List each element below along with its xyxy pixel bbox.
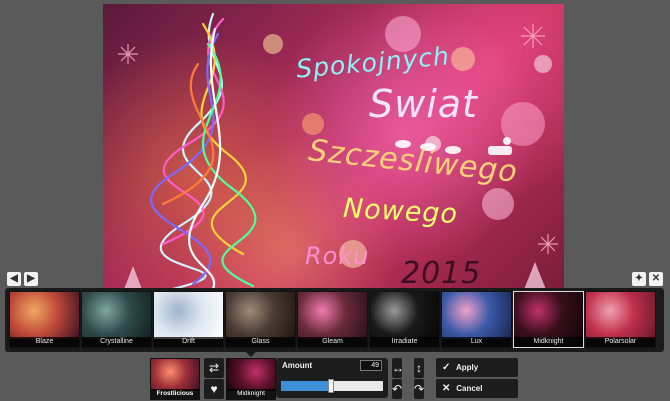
greeting-line-5: Roku bbox=[305, 242, 370, 270]
effect-controls: Frostlicious ⇄ ♥ Midknight Amount 49 ↔ ↕… bbox=[150, 356, 518, 401]
effect-strip: Blaze Crystalline Drift Glass Gleam Irradiate… bbox=[5, 288, 664, 352]
effect-image bbox=[10, 292, 79, 339]
effect-label: Irradiate bbox=[370, 337, 439, 347]
apply-label: Apply bbox=[455, 363, 479, 372]
effect-thumbnail[interactable]: Glass bbox=[225, 291, 296, 348]
amount-slider[interactable] bbox=[281, 379, 383, 393]
effect-label: Midknight bbox=[514, 337, 583, 347]
effect-label: Blaze bbox=[10, 337, 79, 347]
amount-slider-fill bbox=[281, 381, 331, 391]
effect-label: Gleam bbox=[298, 337, 367, 347]
flip-horizontal-icon[interactable]: ↔ bbox=[392, 358, 404, 378]
effect-image bbox=[298, 292, 367, 339]
check-icon: ✓ bbox=[442, 362, 451, 373]
greeting-line-6: 2015 bbox=[401, 256, 482, 291]
rotate-right-icon[interactable]: ↷ bbox=[414, 379, 424, 399]
amount-slider-handle[interactable] bbox=[327, 379, 334, 393]
effect-label: Lux bbox=[442, 337, 511, 347]
effect-thumbnail[interactable]: Midknight bbox=[513, 291, 584, 348]
amount-input[interactable]: 49 bbox=[360, 360, 382, 371]
effect-thumbnail[interactable]: Polarsolar bbox=[585, 291, 656, 348]
effect-label: Polarsolar bbox=[586, 337, 655, 347]
effect-label: Drift bbox=[154, 337, 223, 347]
effect-label: Glass bbox=[226, 337, 295, 347]
effect-thumbnail[interactable]: Gleam bbox=[297, 291, 368, 348]
shuffle-icon[interactable]: ⇄ bbox=[204, 358, 224, 378]
flip-vertical-icon[interactable]: ↕ bbox=[414, 358, 424, 378]
current-effect-thumbnail[interactable]: Frostlicious bbox=[150, 358, 200, 400]
effect-thumbnail[interactable]: Blaze bbox=[9, 291, 80, 348]
pin-icon[interactable]: ✦ bbox=[632, 272, 646, 286]
effect-thumbnail[interactable]: Irradiate bbox=[369, 291, 440, 348]
selected-effect-image bbox=[227, 359, 275, 391]
current-effect-label: Frostlicious bbox=[151, 389, 199, 399]
selected-effect-thumbnail[interactable]: Midknight bbox=[226, 358, 276, 400]
effect-thumbnail[interactable]: Crystalline bbox=[81, 291, 152, 348]
effect-image bbox=[514, 292, 583, 339]
effect-image bbox=[82, 292, 151, 339]
apply-button[interactable]: ✓ Apply bbox=[436, 358, 518, 377]
effect-image bbox=[442, 292, 511, 339]
amount-panel: Amount 49 bbox=[276, 358, 388, 398]
photo-canvas[interactable]: Spokojnych Swiat Szczesliwego Nowego Rok… bbox=[103, 4, 564, 292]
effect-image bbox=[370, 292, 439, 339]
close-icon[interactable]: ✕ bbox=[649, 272, 663, 286]
effect-image bbox=[586, 292, 655, 339]
x-icon: ✕ bbox=[442, 383, 451, 394]
heart-icon[interactable]: ♥ bbox=[204, 379, 224, 399]
amount-label: Amount bbox=[282, 361, 313, 370]
current-effect-image bbox=[151, 359, 199, 391]
rotate-left-icon[interactable]: ↶ bbox=[392, 379, 402, 399]
effect-thumbnail[interactable]: Drift bbox=[153, 291, 224, 348]
selected-effect-label: Midknight bbox=[227, 389, 275, 399]
effect-thumbnail[interactable]: Lux bbox=[441, 291, 512, 348]
greeting-line-2: Swiat bbox=[369, 82, 478, 126]
cancel-label: Cancel bbox=[456, 384, 483, 393]
arrow-right-icon[interactable]: ▶ bbox=[24, 272, 38, 286]
cancel-button[interactable]: ✕ Cancel bbox=[436, 379, 518, 398]
arrow-left-icon[interactable]: ◀ bbox=[7, 272, 21, 286]
effect-image bbox=[226, 292, 295, 339]
effect-image bbox=[154, 292, 223, 339]
greeting-line-4: Nowego bbox=[342, 193, 459, 230]
effect-label: Crystalline bbox=[82, 337, 151, 347]
